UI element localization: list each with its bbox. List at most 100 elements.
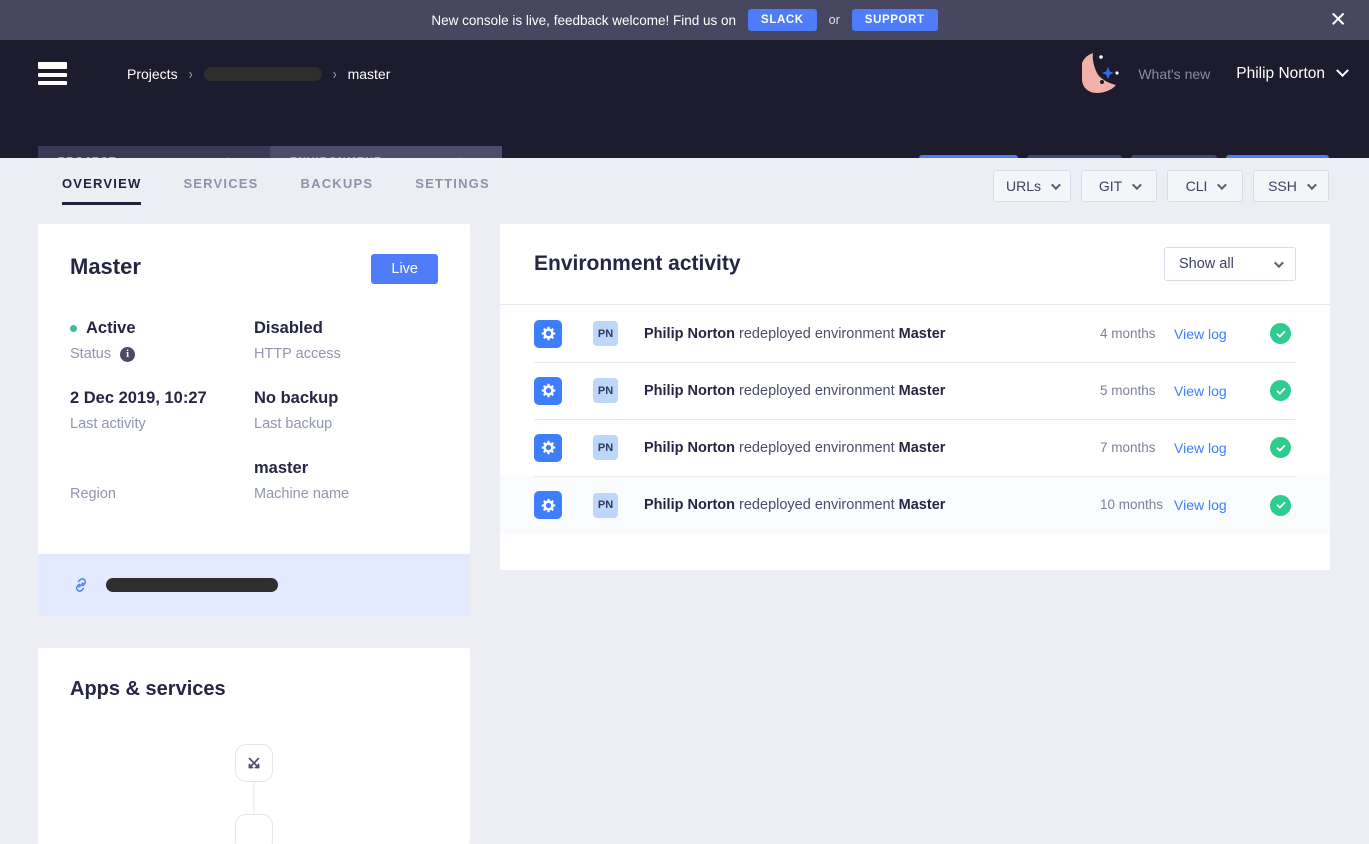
breadcrumb: Projects › › master: [127, 64, 391, 83]
hamburger-menu-icon[interactable]: [38, 62, 67, 85]
table-row[interactable]: PN Philip Norton redeployed environment …: [500, 305, 1330, 362]
environment-summary-card: Master Live Active Status i Disabled HTT…: [38, 224, 470, 554]
field-machine-name-value: master: [254, 459, 309, 477]
info-icon[interactable]: i: [120, 346, 136, 362]
field-last-activity-value: 2 Dec 2019, 10:27: [70, 389, 207, 407]
banner-or-label: or: [828, 13, 840, 27]
activity-target: Master: [898, 439, 946, 456]
breadcrumb-item-projects[interactable]: Projects: [127, 66, 178, 82]
live-badge[interactable]: Live: [371, 254, 438, 284]
field-http-access-value: Disabled: [254, 319, 323, 337]
main-content: OVERVIEW SERVICES BACKUPS SETTINGS URLs …: [0, 158, 1369, 844]
field-last-activity-label: Last activity: [70, 416, 146, 432]
table-row[interactable]: PN Philip Norton redeployed environment …: [500, 476, 1330, 534]
activity-timestamp: 5 months: [1100, 382, 1156, 398]
tab-bar: OVERVIEW SERVICES BACKUPS SETTINGS: [62, 176, 490, 205]
mascot-icon: [1072, 49, 1126, 99]
close-icon[interactable]: ✕: [1329, 10, 1347, 31]
breadcrumb-separator-icon: ›: [332, 64, 337, 83]
field-last-activity: 2 Dec 2019, 10:27 Last activity: [70, 388, 254, 432]
activity-action: redeployed environment: [735, 382, 899, 399]
gear-icon[interactable]: [534, 491, 562, 519]
chevron-down-icon: [1217, 179, 1228, 190]
activity-user: Philip Norton: [644, 325, 736, 342]
tab-settings[interactable]: SETTINGS: [415, 176, 490, 205]
tab-backups[interactable]: BACKUPS: [301, 176, 374, 205]
route-arrows-icon: [248, 757, 260, 769]
gear-icon[interactable]: [534, 433, 562, 462]
service-topology-diagram: [38, 744, 470, 844]
urls-dropdown-label: URLs: [1005, 178, 1041, 194]
view-log-link[interactable]: View log: [1174, 440, 1270, 456]
app-header: Projects › › master What's new Philip No…: [0, 40, 1369, 198]
environment-url-redacted[interactable]: [106, 578, 278, 592]
field-machine-name-label: Machine name: [254, 486, 350, 502]
check-circle-icon: [1270, 380, 1291, 401]
activity-description: Philip Norton redeployed environment Mas…: [644, 326, 1100, 342]
hamburger-bar: [38, 81, 67, 85]
environment-fields: Active Status i Disabled HTTP access 2 D…: [70, 318, 438, 502]
avatar: PN: [593, 435, 618, 460]
activity-action: redeployed environment: [735, 325, 899, 342]
view-log-link[interactable]: View log: [1174, 383, 1270, 399]
activity-target: Master: [898, 497, 946, 513]
activity-filter-dropdown[interactable]: Show all: [1164, 247, 1296, 281]
service-node[interactable]: [235, 814, 273, 844]
activity-title: Environment activity: [534, 252, 741, 275]
field-machine-name: master Machine name: [254, 458, 438, 502]
breadcrumb-item-project-redacted[interactable]: [203, 66, 322, 81]
apps-and-services-card: Apps & services: [38, 648, 470, 844]
field-region: Region: [70, 458, 254, 502]
user-menu-label[interactable]: Philip Norton: [1236, 65, 1325, 83]
avatar: PN: [593, 378, 618, 403]
gear-icon[interactable]: [534, 319, 562, 348]
table-row[interactable]: PN Philip Norton redeployed environment …: [500, 419, 1330, 476]
check-circle-icon: [1270, 437, 1291, 458]
field-http-access: Disabled HTTP access: [254, 318, 438, 362]
git-dropdown-label: GIT: [1098, 178, 1123, 194]
urls-dropdown[interactable]: URLs: [992, 170, 1071, 202]
breadcrumb-separator-icon: ›: [188, 64, 193, 83]
activity-timestamp: 4 months: [1100, 325, 1156, 341]
view-log-link[interactable]: View log: [1174, 497, 1270, 513]
topology-connector: [253, 782, 255, 814]
router-node[interactable]: [235, 744, 273, 782]
chevron-down-icon[interactable]: [1336, 64, 1349, 78]
status-dot-icon: [70, 325, 77, 332]
header-right-group: What's new Philip Norton: [1072, 40, 1349, 107]
field-status-label: Status: [70, 346, 112, 362]
chevron-down-icon: [1132, 179, 1143, 190]
cli-dropdown[interactable]: CLI: [1167, 170, 1243, 202]
field-last-backup: No backup Last backup: [254, 388, 438, 432]
status-badge: [1270, 437, 1296, 458]
tab-overview[interactable]: OVERVIEW: [62, 176, 142, 205]
slack-button[interactable]: SLACK: [748, 9, 817, 31]
activity-target: Master: [898, 325, 946, 342]
activity-action: redeployed environment: [735, 439, 899, 456]
chevron-down-icon: [1306, 179, 1317, 190]
table-row[interactable]: PN Philip Norton redeployed environment …: [500, 362, 1330, 419]
gear-icon[interactable]: [534, 376, 562, 405]
activity-action: redeployed environment: [735, 497, 899, 513]
top-bar: Projects › › master What's new Philip No…: [0, 40, 1369, 107]
hamburger-bar: [38, 62, 67, 69]
hamburger-bar: [38, 73, 67, 77]
status-badge: [1270, 380, 1296, 401]
avatar: PN: [593, 321, 618, 346]
activity-description: Philip Norton redeployed environment Mas…: [644, 497, 1100, 513]
page-title: Master: [70, 254, 141, 279]
field-status-value: Active: [86, 319, 136, 337]
activity-filter-label: Show all: [1179, 256, 1234, 272]
field-status: Active Status i: [70, 318, 254, 362]
whats-new-link[interactable]: What's new: [1138, 66, 1210, 82]
breadcrumb-item-master[interactable]: master: [348, 66, 391, 82]
git-dropdown[interactable]: GIT: [1081, 170, 1157, 202]
ssh-dropdown[interactable]: SSH: [1253, 170, 1329, 202]
support-button[interactable]: SUPPORT: [851, 9, 938, 31]
tab-services[interactable]: SERVICES: [183, 176, 258, 205]
field-last-backup-value: No backup: [254, 389, 339, 407]
view-log-link[interactable]: View log: [1174, 326, 1270, 342]
apps-and-services-title: Apps & services: [70, 678, 226, 700]
activity-target: Master: [898, 382, 946, 399]
activity-header: Environment activity Show all: [500, 224, 1330, 305]
